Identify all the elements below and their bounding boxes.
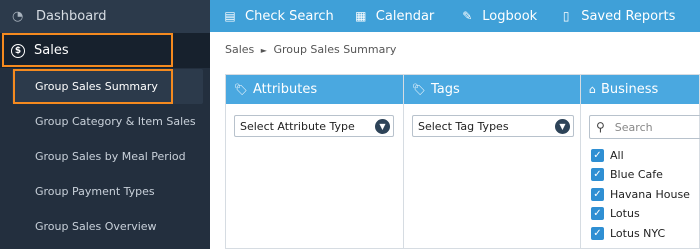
sidebar-item-group-category-item-sales[interactable]: Group Category & Item Sales [0,104,210,139]
option-label: Blue Cafe [610,168,663,181]
breadcrumb-separator: ► [260,46,267,55]
sidebar-item-label: Dashboard [36,9,107,24]
sidebar-item-label: Group Sales by Meal Period [35,150,186,163]
checkbox-checked-icon[interactable]: ✓ [591,188,604,201]
chevron-down-icon: ▼ [375,119,390,134]
calendar-icon: ▦ [355,9,367,23]
search-placeholder: Search [614,120,653,134]
tag-icon: 🏷 [234,83,248,96]
summary-highlight-box [13,69,173,104]
business-option-blue-cafe[interactable]: ✓ Blue Cafe [591,168,663,181]
nav-calendar[interactable]: ▦ Calendar [355,0,434,32]
option-label: Havana House [610,188,690,201]
attribute-type-select[interactable]: Select Attribute Type ▼ [234,115,394,137]
nav-saved-reports[interactable]: ▯ Saved Reports [560,0,675,32]
sidebar-item-label: Group Payment Types [35,185,155,198]
option-label: All [610,149,624,162]
tags-panel: 🏷 Tags Select Tag Types ▼ [403,74,581,249]
nav-label: Logbook [482,8,538,24]
select-value: Select Tag Types [418,119,509,133]
business-panel: ⌂ Business ⚲ Search ✓ All ✓ Blue Cafe ✓ … [580,74,700,249]
checkbox-checked-icon[interactable]: ✓ [591,149,604,162]
nav-label: Calendar [375,8,435,24]
tag-type-select[interactable]: Select Tag Types ▼ [412,115,574,137]
sidebar-item-group-sales-by-meal-period[interactable]: Group Sales by Meal Period [0,139,210,174]
business-option-all[interactable]: ✓ All [591,149,624,162]
sales-highlight-box [2,33,173,67]
breadcrumb-section[interactable]: Sales [225,43,254,56]
breadcrumb: Sales ► Group Sales Summary [225,43,396,56]
select-value: Select Attribute Type [240,119,355,133]
sidebar-item-group-sales-overview[interactable]: Group Sales Overview [0,209,210,244]
file-icon: ▯ [562,9,570,23]
option-label: Lotus [610,207,640,220]
home-icon: ⌂ [589,83,596,96]
checkbox-checked-icon[interactable]: ✓ [591,227,604,240]
checkbox-checked-icon[interactable]: ✓ [591,207,604,220]
dashboard-icon: ◔ [12,8,24,24]
business-option-havana-house[interactable]: ✓ Havana House [591,188,690,201]
edit-icon: ✎ [462,9,473,23]
tags-header: 🏷 Tags [404,75,580,104]
panel-title: Business [600,82,659,97]
nav-check-search[interactable]: ▤ Check Search [224,0,334,32]
nav-label: Saved Reports [581,8,676,24]
document-icon: ▤ [224,9,236,23]
business-option-lotus[interactable]: ✓ Lotus [591,207,640,220]
panel-title: Attributes [252,82,318,97]
attributes-header: 🏷 Attributes [226,75,403,104]
sidebar-item-label: Group Sales Overview [35,220,157,233]
breadcrumb-page: Group Sales Summary [273,43,397,56]
sidebar-item-label: Group Category & Item Sales [35,115,196,128]
nav-logbook[interactable]: ✎ Logbook [461,0,537,32]
business-search-input[interactable]: ⚲ Search [589,115,700,139]
business-option-lotus-nyc[interactable]: ✓ Lotus NYC [591,227,665,240]
sidebar-item-dashboard[interactable]: ◔ Dashboard [0,0,210,33]
checkbox-checked-icon[interactable]: ✓ [591,168,604,181]
panel-title: Tags [430,82,460,97]
nav-label: Check Search [245,8,334,24]
business-header: ⌂ Business [581,75,699,104]
sidebar-item-group-payment-types[interactable]: Group Payment Types [0,174,210,209]
option-label: Lotus NYC [610,227,666,240]
chevron-down-icon: ▼ [555,119,570,134]
tag-icon: 🏷 [412,83,426,96]
top-nav: ▤ Check Search ▦ Calendar ✎ Logbook ▯ Sa… [210,0,700,32]
search-icon: ⚲ [596,120,605,134]
attributes-panel: 🏷 Attributes Select Attribute Type ▼ [225,74,404,249]
